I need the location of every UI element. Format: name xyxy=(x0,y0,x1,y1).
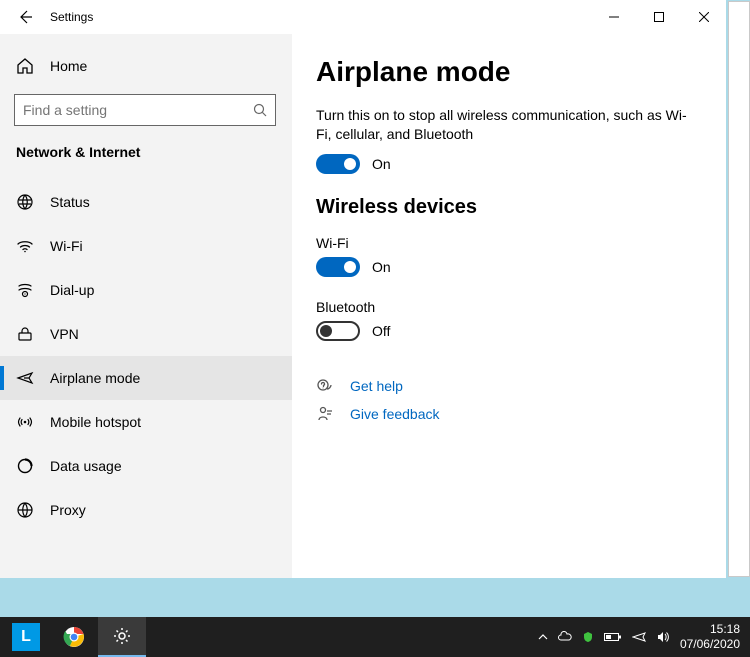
wifi-icon xyxy=(16,237,34,255)
sidebar-item-status[interactable]: Status xyxy=(0,180,292,224)
wifi-state-label: On xyxy=(372,259,391,275)
back-button[interactable] xyxy=(6,0,44,34)
minimize-icon xyxy=(609,12,619,22)
minimize-button[interactable] xyxy=(591,2,636,32)
data-usage-icon xyxy=(16,457,34,475)
vpn-icon xyxy=(16,325,34,343)
get-help-link[interactable]: Get help xyxy=(350,378,403,394)
chrome-icon xyxy=(62,625,86,649)
taskbar[interactable]: L 15:18 07/06/2020 xyxy=(0,617,750,657)
help-icon xyxy=(316,377,334,395)
taskbar-app-chrome[interactable] xyxy=(50,617,98,657)
bluetooth-state-label: Off xyxy=(372,323,390,339)
close-icon xyxy=(699,12,709,22)
sidebar-item-label: Dial-up xyxy=(50,282,94,298)
settings-window: Settings Home Netwo xyxy=(0,0,726,578)
sidebar-item-label: Status xyxy=(50,194,90,210)
tray-security-icon[interactable] xyxy=(582,631,594,643)
tray-volume-icon[interactable] xyxy=(656,630,670,644)
hotspot-icon xyxy=(16,413,34,431)
home-icon xyxy=(16,57,34,75)
background-window-edge xyxy=(728,1,750,577)
window-title: Settings xyxy=(50,10,93,24)
sidebar-item-data-usage[interactable]: Data usage xyxy=(0,444,292,488)
sidebar-item-label: Data usage xyxy=(50,458,122,474)
sidebar-item-dialup[interactable]: Dial-up xyxy=(0,268,292,312)
wifi-toggle[interactable] xyxy=(316,257,360,277)
airplane-icon xyxy=(16,369,34,387)
feedback-icon xyxy=(316,405,334,423)
sidebar-item-label: Airplane mode xyxy=(50,370,140,386)
taskbar-app-settings[interactable] xyxy=(98,617,146,657)
search-input-container[interactable] xyxy=(14,94,276,126)
taskbar-app-start[interactable]: L xyxy=(2,617,50,657)
sidebar-home-label: Home xyxy=(50,58,87,74)
maximize-icon xyxy=(654,12,664,22)
page-description: Turn this on to stop all wireless commun… xyxy=(316,106,696,144)
gear-icon xyxy=(112,626,132,646)
sidebar-nav: Status Wi-Fi Dial-up xyxy=(0,180,292,532)
sidebar-home[interactable]: Home xyxy=(0,48,292,84)
tray-airplane-icon[interactable] xyxy=(632,630,646,644)
sidebar: Home Network & Internet Status xyxy=(0,34,292,578)
tray-battery-icon[interactable] xyxy=(604,632,622,642)
sidebar-item-label: Wi-Fi xyxy=(50,238,83,254)
search-input[interactable] xyxy=(23,102,253,118)
sidebar-item-wifi[interactable]: Wi-Fi xyxy=(0,224,292,268)
page-title: Airplane mode xyxy=(316,56,702,88)
give-feedback-link[interactable]: Give feedback xyxy=(350,406,440,422)
dialup-icon xyxy=(16,281,34,299)
maximize-button[interactable] xyxy=(636,2,681,32)
tray-time: 15:18 xyxy=(680,622,740,637)
sidebar-item-label: Proxy xyxy=(50,502,86,518)
start-tile-icon: L xyxy=(12,623,40,651)
sidebar-item-proxy[interactable]: Proxy xyxy=(0,488,292,532)
bluetooth-label: Bluetooth xyxy=(316,299,702,315)
sidebar-item-vpn[interactable]: VPN xyxy=(0,312,292,356)
sidebar-item-label: Mobile hotspot xyxy=(50,414,141,430)
sidebar-category-title: Network & Internet xyxy=(0,144,292,160)
airplane-mode-state-label: On xyxy=(372,156,391,172)
sidebar-item-label: VPN xyxy=(50,326,79,342)
wireless-devices-heading: Wireless devices xyxy=(316,196,702,219)
tray-clock[interactable]: 15:18 07/06/2020 xyxy=(680,622,740,652)
back-arrow-icon xyxy=(17,9,33,25)
sidebar-item-mobile-hotspot[interactable]: Mobile hotspot xyxy=(0,400,292,444)
content-pane: Airplane mode Turn this on to stop all w… xyxy=(292,34,726,578)
titlebar: Settings xyxy=(0,0,726,34)
wifi-label: Wi-Fi xyxy=(316,235,702,251)
tray-chevron-up-icon[interactable] xyxy=(538,632,548,642)
status-icon xyxy=(16,193,34,211)
close-button[interactable] xyxy=(681,2,726,32)
system-tray[interactable]: 15:18 07/06/2020 xyxy=(538,622,748,652)
search-icon xyxy=(253,103,267,117)
airplane-mode-toggle[interactable] xyxy=(316,154,360,174)
tray-onedrive-icon[interactable] xyxy=(558,630,572,644)
sidebar-item-airplane-mode[interactable]: Airplane mode xyxy=(0,356,292,400)
proxy-icon xyxy=(16,501,34,519)
tray-date: 07/06/2020 xyxy=(680,637,740,652)
bluetooth-toggle[interactable] xyxy=(316,321,360,341)
